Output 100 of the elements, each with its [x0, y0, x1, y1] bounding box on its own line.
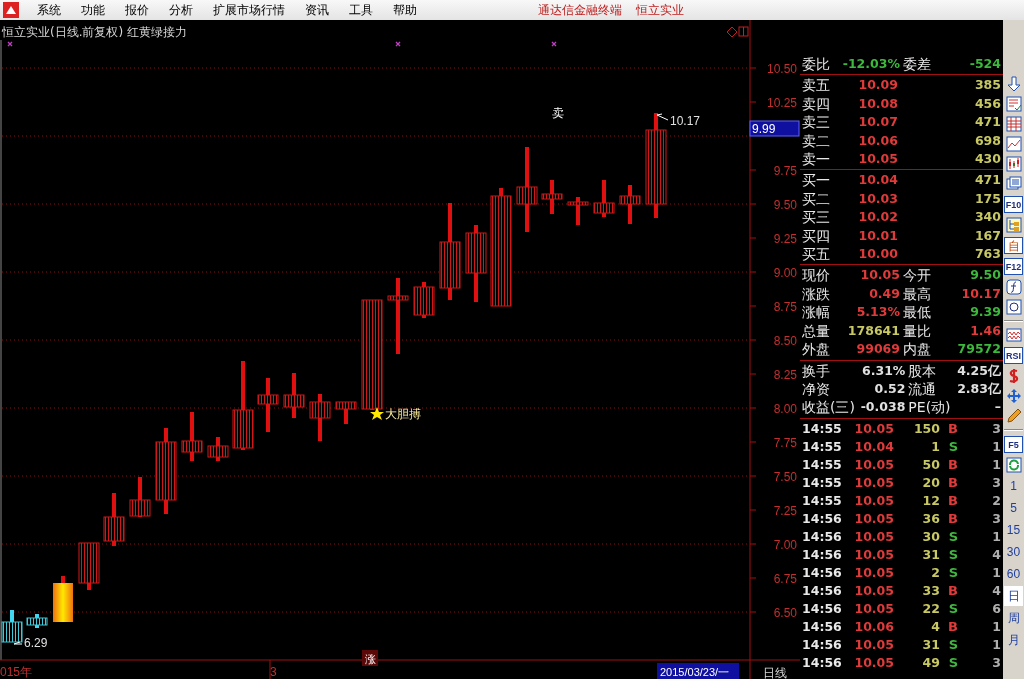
cursor-price-tag: 9.99 [749, 120, 800, 137]
trade-time: 14:55 [802, 491, 842, 510]
candlestick [78, 542, 100, 590]
app-logo-icon[interactable] [3, 2, 19, 18]
wave-icon[interactable] [1005, 327, 1022, 343]
trade-time: 14:56 [802, 527, 842, 546]
toolbar-button[interactable]: F5 [1004, 436, 1023, 453]
toolbar-button[interactable]: 自 [1004, 237, 1023, 254]
trade-volume: 12 [921, 491, 940, 510]
pencil-icon[interactable] [1005, 408, 1022, 424]
quote-label: 涨幅 [802, 303, 830, 322]
trade-count: 3 [991, 419, 1001, 438]
period-button[interactable]: 月 [1004, 630, 1023, 650]
period-button[interactable]: 30 [1004, 542, 1023, 562]
period-button[interactable]: 5 [1004, 498, 1023, 518]
price-axis-label: 8.50 [773, 334, 797, 348]
price-axis-label: 8.25 [773, 368, 797, 382]
candlestick [335, 401, 357, 424]
candlestick [619, 185, 641, 224]
checklist-icon[interactable] [1005, 96, 1022, 112]
leader-line [656, 113, 669, 121]
trade-count: 6 [991, 599, 1001, 618]
windows-icon[interactable] [1005, 176, 1022, 192]
quote-label: 委差 [903, 55, 931, 74]
cross-marker-icon [551, 41, 557, 47]
menu-item[interactable]: 报价 [115, 1, 159, 19]
price-axis-label: 6.75 [773, 572, 797, 586]
trade-price: 10.05 [853, 653, 894, 672]
quote-label: 最低 [903, 303, 931, 322]
bid-level-label: 买一 [802, 171, 831, 190]
price-axis-label: 8.00 [773, 402, 797, 416]
tree-icon[interactable] [1005, 217, 1022, 233]
menu-item[interactable]: 资讯 [295, 1, 339, 19]
trade-side: B [947, 455, 958, 474]
stat-value: – [993, 398, 1001, 417]
menu-item[interactable]: 分析 [159, 1, 203, 19]
candlestick [257, 378, 279, 432]
trade-time: 14:56 [802, 509, 842, 528]
stat-label: 股本 [908, 361, 938, 380]
chart-title: 恒立实业(日线.前复权) 红黄绿接力 [2, 25, 187, 39]
window-icon[interactable] [738, 26, 749, 37]
grid-icon[interactable] [1005, 116, 1022, 132]
quote-label: 总量 [802, 321, 830, 341]
line-chart-icon[interactable] [1005, 136, 1022, 152]
ask-level-label: 卖四 [802, 94, 831, 114]
toolbar-button[interactable]: F10 [1004, 196, 1023, 213]
candlestick [593, 180, 615, 217]
cross-marker-icon [395, 41, 401, 47]
low-price-label: 6.29 [24, 636, 48, 650]
stat-label: 换手 [802, 361, 831, 380]
trade-count: 4 [991, 581, 1001, 600]
period-button[interactable]: 日 [1004, 586, 1023, 606]
trade-volume: 31 [921, 635, 940, 654]
candlestick [567, 197, 589, 225]
trade-side: S [947, 563, 958, 582]
ask-level-label: 卖五 [802, 76, 831, 95]
trade-count: 1 [991, 563, 1001, 582]
refresh-icon[interactable] [1005, 457, 1022, 473]
toolbar-button[interactable]: F12 [1004, 258, 1023, 275]
down-arrow-icon[interactable] [1005, 76, 1022, 92]
trade-price: 10.05 [853, 599, 894, 618]
quote-label: 内盘 [903, 340, 931, 359]
trade-side: B [947, 419, 958, 438]
move-icon[interactable] [1005, 388, 1022, 404]
period-button[interactable]: 1 [1004, 476, 1023, 496]
quote-value: 99069 [855, 340, 900, 359]
bid-level-label: 买三 [802, 208, 831, 227]
trade-side: S [947, 599, 958, 618]
menu-item[interactable]: 帮助 [383, 1, 427, 19]
quote-value: 10.05 [859, 266, 900, 285]
stat-value: 0.52 [873, 379, 906, 398]
trade-price: 10.05 [853, 509, 894, 528]
bid-price: 10.04 [857, 171, 898, 190]
toolbar-button[interactable]: RSI [1004, 347, 1023, 364]
quote-label: 委比 [802, 55, 830, 74]
period-button[interactable]: 周 [1004, 608, 1023, 628]
candlestick-icon[interactable] [1005, 156, 1022, 172]
function-icon[interactable] [1005, 279, 1022, 295]
diamond-icon[interactable] [726, 26, 738, 38]
trade-price: 10.05 [853, 527, 894, 546]
app-title-text: 通达信金融终端 [538, 1, 622, 19]
menu-item[interactable]: 工具 [339, 1, 383, 19]
bid-volume: 763 [973, 245, 1001, 264]
stat-value: -0.038 [859, 398, 906, 417]
trade-volume: 20 [921, 473, 940, 492]
trade-volume: 4 [930, 617, 940, 636]
candlestick [181, 412, 203, 461]
period-button[interactable]: 15 [1004, 520, 1023, 540]
trade-volume: 49 [921, 653, 940, 672]
trade-side: B [947, 473, 958, 492]
period-button[interactable]: 60 [1004, 564, 1023, 584]
quote-label: 外盘 [802, 340, 830, 359]
trade-side: B [947, 509, 958, 528]
trade-time: 14:55 [802, 437, 842, 456]
quote-value: 5.13% [855, 303, 900, 322]
cross-marker-icon [7, 41, 13, 47]
quote-label: 最高 [903, 284, 931, 304]
menu-item[interactable]: 功能 [71, 1, 115, 19]
menu-item[interactable]: 扩展市场行情 [203, 1, 295, 19]
menu-item[interactable]: 系统 [27, 1, 71, 19]
